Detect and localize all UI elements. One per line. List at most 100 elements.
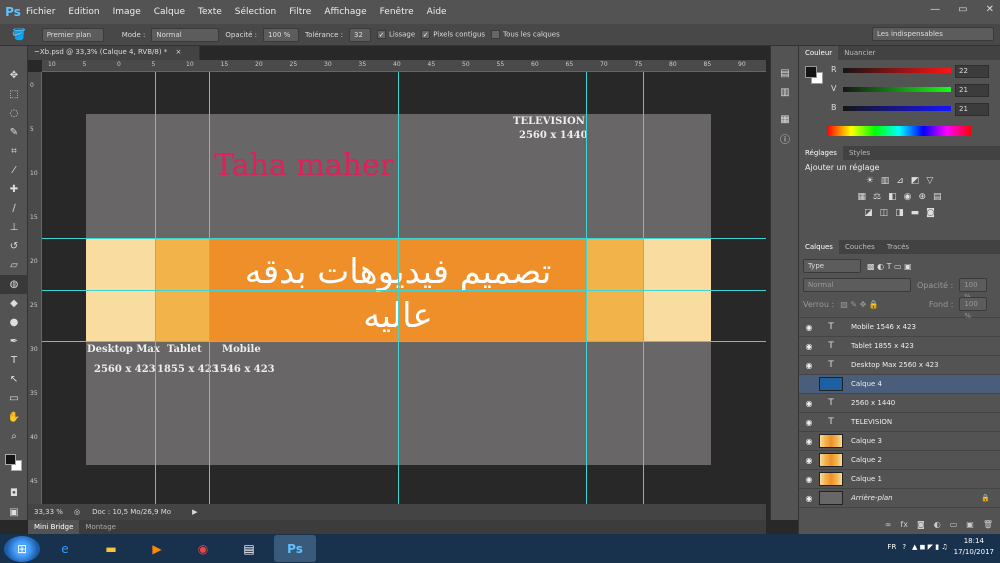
tab-traces[interactable]: Tracés	[881, 243, 915, 251]
menu-fenetre[interactable]: Fenêtre	[380, 7, 414, 17]
marquee-tool-icon[interactable]: ⬚	[0, 85, 28, 104]
adjust-layer-icon[interactable]: ◐	[934, 520, 941, 534]
brush-tool-icon[interactable]: ∕	[0, 199, 28, 218]
media-player-icon[interactable]: ▶	[136, 535, 178, 562]
layer-name[interactable]: Mobile 1546 x 423	[851, 323, 916, 331]
layer-name[interactable]: Calque 2	[851, 456, 882, 464]
lissage-checkbox[interactable]: ✓ Lissage	[377, 30, 415, 39]
brightness-icon[interactable]: ☀	[866, 176, 874, 186]
healing-tool-icon[interactable]: ✚	[0, 180, 28, 199]
menu-selection[interactable]: Sélection	[235, 7, 276, 17]
paint-bucket-icon[interactable]: 🪣	[12, 28, 26, 41]
tolerance-input[interactable]: 32	[349, 27, 371, 42]
photo-filter-icon[interactable]: ◉	[904, 192, 912, 202]
guide-vertical[interactable]	[398, 72, 399, 504]
pixels-contigus-checkbox[interactable]: ✓ Pixels contigus	[421, 30, 485, 39]
blue-slider[interactable]: B 21	[799, 102, 1000, 121]
guide-vertical[interactable]	[155, 72, 156, 504]
levels-icon[interactable]: ▥	[881, 176, 890, 186]
horizontal-ruler[interactable]: 1050510152025303540455055606570758085909…	[42, 60, 780, 72]
hue-icon[interactable]: ▦	[857, 192, 866, 202]
link-icon[interactable]: ∞	[885, 520, 892, 534]
layer-row[interactable]: Calque 4	[799, 375, 1000, 394]
opacity-input[interactable]: 100 %	[263, 27, 300, 42]
layer-opacity-input[interactable]: 100 %	[959, 278, 988, 301]
clock[interactable]: 18:14 17/10/2017	[954, 536, 994, 558]
menu-calque[interactable]: Calque	[154, 7, 185, 17]
tab-couches[interactable]: Couches	[839, 243, 881, 251]
visibility-eye-icon[interactable]: ◉	[799, 494, 819, 503]
green-slider[interactable]: V 21	[799, 83, 1000, 102]
mode-select[interactable]: Normal	[151, 27, 220, 42]
menu-texte[interactable]: Texte	[198, 7, 222, 17]
green-value[interactable]: 21	[955, 84, 989, 97]
visibility-eye-icon[interactable]: ◉	[799, 361, 819, 370]
visibility-eye-icon[interactable]: ◉	[799, 475, 819, 484]
pen-tool-icon[interactable]: ✒	[0, 332, 28, 351]
layer-name[interactable]: Arrière-plan	[851, 494, 893, 502]
eraser-tool-icon[interactable]: ▱	[0, 256, 28, 275]
tab-mini-bridge[interactable]: Mini Bridge	[28, 520, 80, 534]
lock-icon[interactable]: 🔒	[981, 494, 990, 502]
red-value[interactable]: 22	[955, 65, 989, 78]
layer-row[interactable]: ◉ T TELEVISION	[799, 413, 1000, 432]
fill-input[interactable]: 100 %	[959, 297, 988, 320]
history-panel-icon[interactable]: ▤	[771, 64, 799, 83]
language-indicator[interactable]: FR	[887, 543, 896, 551]
layer-name[interactable]: Calque 1	[851, 475, 882, 483]
layer-row[interactable]: ◉ Arrière-plan 🔒	[799, 489, 1000, 508]
visibility-eye-icon[interactable]: ◉	[799, 323, 819, 332]
close-tab-icon[interactable]: ×	[176, 48, 182, 56]
explorer-icon[interactable]: ▬	[90, 535, 132, 562]
visibility-eye-icon[interactable]: ◉	[799, 399, 819, 408]
tab-calques[interactable]: Calques	[799, 240, 839, 254]
layer-name[interactable]: Calque 3	[851, 437, 882, 445]
layer-filter-select[interactable]: Type	[803, 259, 861, 273]
hand-tool-icon[interactable]: ✋	[0, 408, 28, 427]
red-gradient[interactable]	[843, 68, 951, 73]
filter-icons[interactable]: ▩ ◐ T ▭ ▣	[867, 262, 912, 271]
lookup-icon[interactable]: ▤	[933, 192, 942, 202]
zoom-tool-icon[interactable]: ⌕	[0, 427, 28, 446]
tray-icons[interactable]: ▲ ◼ ◤ ▮ ♫	[912, 543, 948, 551]
fill-source-select[interactable]: Premier plan	[41, 27, 104, 42]
visibility-eye-icon[interactable]: ◉	[799, 342, 819, 351]
mask-icon[interactable]: ◙	[917, 520, 925, 534]
shape-tool-icon[interactable]: ▭	[0, 389, 28, 408]
blur-tool-icon[interactable]: ◆	[0, 294, 28, 313]
document-tab[interactable]: ~Xb.psd @ 33,3% (Calque 4, RVB/8) * ×	[28, 46, 200, 60]
network-icon[interactable]: ▤	[228, 535, 270, 562]
blue-gradient[interactable]	[843, 106, 951, 111]
layer-name[interactable]: TELEVISION	[851, 418, 892, 426]
gradient-map-icon[interactable]: ▬	[911, 208, 920, 218]
layer-row[interactable]: ◉ Calque 2	[799, 451, 1000, 470]
crop-tool-icon[interactable]: ⌗	[0, 142, 28, 161]
ie-icon[interactable]: e	[44, 535, 86, 562]
minimize-button[interactable]: —	[930, 4, 940, 15]
tab-couleur[interactable]: Couleur	[799, 46, 839, 60]
path-select-tool-icon[interactable]: ↖	[0, 370, 28, 389]
guide-horizontal[interactable]	[42, 290, 766, 291]
green-gradient[interactable]	[843, 87, 951, 92]
tous-calques-checkbox[interactable]: Tous les calques	[491, 30, 560, 39]
lasso-tool-icon[interactable]: ◌	[0, 104, 28, 123]
menu-filtre[interactable]: Filtre	[289, 7, 311, 17]
chrome-icon[interactable]: ◉	[182, 535, 224, 562]
layer-name[interactable]: Desktop Max 2560 x 423	[851, 361, 939, 369]
vertical-ruler[interactable]: 0 5 10 15 20 25 30 35 40 45	[28, 72, 42, 504]
guide-vertical[interactable]	[209, 72, 210, 504]
selective-color-icon[interactable]: ◙	[926, 208, 935, 218]
mixer-icon[interactable]: ⊕	[918, 192, 926, 202]
menu-edition[interactable]: Edition	[68, 7, 99, 17]
status-arrow-icon[interactable]: ▶	[192, 508, 197, 516]
tab-montage[interactable]: Montage	[79, 523, 122, 531]
blend-mode-select[interactable]: Normal	[803, 278, 911, 292]
quick-mask-icon[interactable]: ◘	[0, 484, 28, 503]
curves-icon[interactable]: ⊿	[896, 176, 904, 186]
tab-nuancier[interactable]: Nuancier	[838, 49, 881, 57]
paint-bucket-tool-icon[interactable]: ◍	[0, 275, 28, 294]
menu-image[interactable]: Image	[113, 7, 141, 17]
workspace-select[interactable]: Les indispensables	[872, 27, 994, 41]
blue-value[interactable]: 21	[955, 103, 989, 116]
menu-affichage[interactable]: Affichage	[324, 7, 366, 17]
